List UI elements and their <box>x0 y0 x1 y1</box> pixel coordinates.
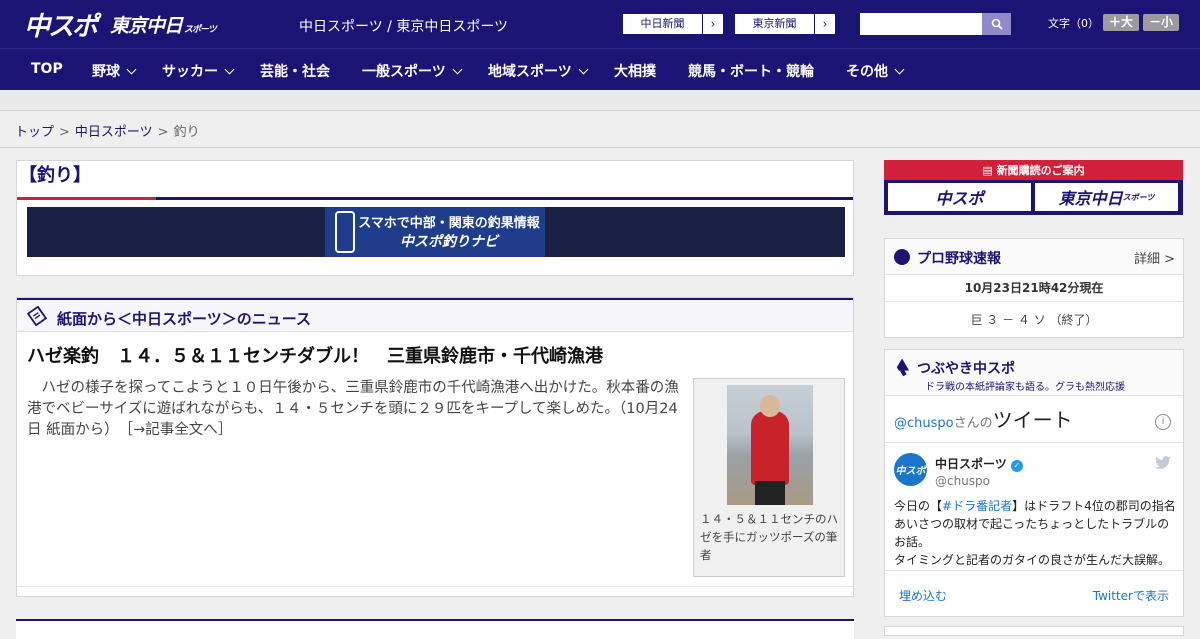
top-header: 中スポ 東京中日 スポーツ 中日スポーツ / 東京中日スポーツ 中日新聞 › 東京… <box>0 0 1200 48</box>
twitter-panel: つぶやき中スポ ドラ戦の本紙評論家も語る。グラも熱烈応援 @chuspoさんのツ… <box>884 349 1184 617</box>
smartphone-icon <box>335 211 355 253</box>
breadcrumb-chunichi-sports[interactable]: 中日スポーツ <box>75 125 153 140</box>
tokyo-shimbun-link[interactable]: 東京新聞 › <box>734 13 836 35</box>
nav-item-entertainment[interactable]: 芸能・社会 <box>260 61 330 81</box>
search-box <box>860 13 1011 35</box>
twitter-header: つぶやき中スポ ドラ戦の本紙評論家も語る。グラも熱烈応援 <box>885 350 1183 396</box>
avatar[interactable]: 中スポ <box>894 453 927 486</box>
news-section-header: 紙面から＜中日スポーツ＞のニュース <box>17 298 853 332</box>
twitter-bird-icon[interactable] <box>1155 456 1171 470</box>
font-size-controls: 文字（0） ＋大 －小 <box>1048 14 1180 31</box>
nav-item-other[interactable]: その他 <box>846 61 905 81</box>
megaphone-icon <box>896 358 910 377</box>
tweets-heading: @chuspoさんのツイート <box>894 408 1073 432</box>
breadcrumb: トップ > 中日スポーツ > 釣り <box>0 112 1200 148</box>
view-on-twitter-link[interactable]: Twitterで表示 <box>1093 587 1169 604</box>
search-icon <box>991 18 1003 30</box>
banner-line-1: スマホで中部・関東の釣果情報 <box>358 216 540 231</box>
site-name-link[interactable]: 中日スポーツ / 東京中日スポーツ <box>299 16 508 36</box>
breadcrumb-top[interactable]: トップ <box>15 125 54 140</box>
baseball-header: プロ野球速報 詳細 > <box>885 239 1183 275</box>
logo-tokyo-chunichi: 東京中日 スポーツ <box>110 14 217 37</box>
tweets-user-link[interactable]: @chuspo <box>894 416 954 431</box>
chevron-right-icon: › <box>822 17 828 31</box>
score-line[interactable]: 巨 ３ － ４ ソ （終了） <box>885 301 1183 329</box>
hashtag-link[interactable]: #ドラ番記者 <box>942 499 1012 513</box>
category-panel: 【釣り】 スマホで中部・関東の釣果情報 中スポ釣りナビ <box>16 160 854 276</box>
subscribe-tokyo-chunichi-button[interactable]: 東京中日 スポーツ <box>1035 183 1178 211</box>
embed-link[interactable]: 埋め込む <box>899 587 947 604</box>
chevron-down-icon <box>894 64 905 74</box>
tweet-text: 今日の【#ドラ番記者】はドラフト4位の郡司の指名あいさつの取材で起こったちょっと… <box>894 499 1176 567</box>
account-handle[interactable]: @chuspo <box>935 474 990 488</box>
read-more-link[interactable]: ［→記事全文へ］ <box>126 422 232 438</box>
font-smaller-button[interactable]: －小 <box>1143 14 1180 31</box>
twitter-title: つぶやき中スポ <box>917 361 1015 377</box>
ad-spacer <box>0 90 1200 111</box>
chevron-right-icon: › <box>710 17 716 31</box>
ext-link-label: 東京新聞 <box>735 14 815 34</box>
page-title: 【釣り】 <box>19 165 91 186</box>
tsuri-navi-banner[interactable]: スマホで中部・関東の釣果情報 中スポ釣りナビ <box>27 207 845 257</box>
font-bigger-button[interactable]: ＋大 <box>1103 14 1140 31</box>
chevron-down-icon <box>452 64 463 74</box>
baseball-icon <box>894 249 910 265</box>
article-photo[interactable]: １４・５＆１１センチのハゼを手にガッツポーズの筆者 <box>693 378 845 577</box>
subscribe-chuspo-button[interactable]: 中スポ <box>888 183 1031 211</box>
main-nav: TOP 野球 サッカー 芸能・社会 一般スポーツ 地域スポーツ 大相撲 競馬・ボ… <box>0 48 1200 90</box>
chevron-down-icon <box>224 64 235 74</box>
baseball-detail-link[interactable]: 詳細 > <box>1134 248 1175 267</box>
breadcrumb-separator: > <box>157 125 169 140</box>
newspaper-small-icon: ▤ <box>982 164 997 177</box>
score-timestamp: 10月23日21時42分現在 <box>964 281 1104 295</box>
chevron-down-icon <box>578 64 589 74</box>
title-underline <box>17 197 853 200</box>
baseball-score-panel: プロ野球速報 詳細 > 10月23日21時42分現在 巨 ３ － ４ ソ （終了… <box>884 238 1184 338</box>
search-input[interactable] <box>860 13 982 35</box>
font-size-label: 文字（0） <box>1048 16 1099 30</box>
verified-icon: ✓ <box>1010 460 1023 472</box>
subscription-box: ▤ 新聞購読のご案内 中スポ 東京中日 スポーツ <box>884 160 1183 215</box>
baseball-title: プロ野球速報 <box>917 251 1001 267</box>
newspaper-icon <box>27 306 47 326</box>
nav-item-soccer[interactable]: サッカー <box>162 61 235 81</box>
nav-item-regional-sports[interactable]: 地域スポーツ <box>488 61 589 81</box>
nav-item-baseball[interactable]: 野球 <box>92 61 137 81</box>
next-panel-edge <box>16 619 854 639</box>
article-summary: ハゼの様子を探ってこようと１０日午後から、三重県鈴鹿市の千代崎漁港へ出かけた。秋… <box>27 380 679 438</box>
news-section-title: 紙面から＜中日スポーツ＞のニュース <box>57 310 311 328</box>
nav-item-general-sports[interactable]: 一般スポーツ <box>362 61 463 81</box>
news-panel: 紙面から＜中日スポーツ＞のニュース ハゼ楽釣 １４．５＆１１センチダブル！ 三重… <box>16 297 854 597</box>
ext-link-label: 中日新聞 <box>623 14 703 34</box>
chunichi-shimbun-link[interactable]: 中日新聞 › <box>622 13 724 35</box>
next-sidebar-edge <box>884 626 1184 636</box>
search-button[interactable] <box>982 13 1011 35</box>
logo-chuspo: 中スポ <box>24 11 98 42</box>
breadcrumb-separator: > <box>59 125 70 140</box>
nav-item-top[interactable]: TOP <box>31 61 63 77</box>
article-headline[interactable]: ハゼ楽釣 １４．５＆１１センチダブル！ 三重県鈴鹿市・千代崎漁港 <box>27 342 603 368</box>
photo-caption: １４・５＆１１センチのハゼを手にガッツポーズの筆者 <box>700 512 838 562</box>
nav-item-sumo[interactable]: 大相撲 <box>614 61 656 81</box>
nav-item-racing[interactable]: 競馬・ボート・競輪 <box>688 61 814 81</box>
photo-image <box>727 385 813 505</box>
banner-line-2: 中スポ釣りナビ <box>400 234 498 250</box>
breadcrumb-current: 釣り <box>173 125 200 140</box>
info-icon[interactable]: i <box>1155 414 1171 430</box>
twitter-subtitle: ドラ戦の本紙評論家も語る。グラも熱烈応援 <box>925 382 1125 393</box>
site-logo[interactable]: 中スポ 東京中日 スポーツ <box>24 8 217 42</box>
chevron-down-icon <box>126 64 137 74</box>
account-name[interactable]: 中日スポーツ ✓ <box>935 455 1023 472</box>
banner-content: スマホで中部・関東の釣果情報 中スポ釣りナビ <box>325 207 545 257</box>
subscription-title: ▤ 新聞購読のご案内 <box>982 164 1085 177</box>
